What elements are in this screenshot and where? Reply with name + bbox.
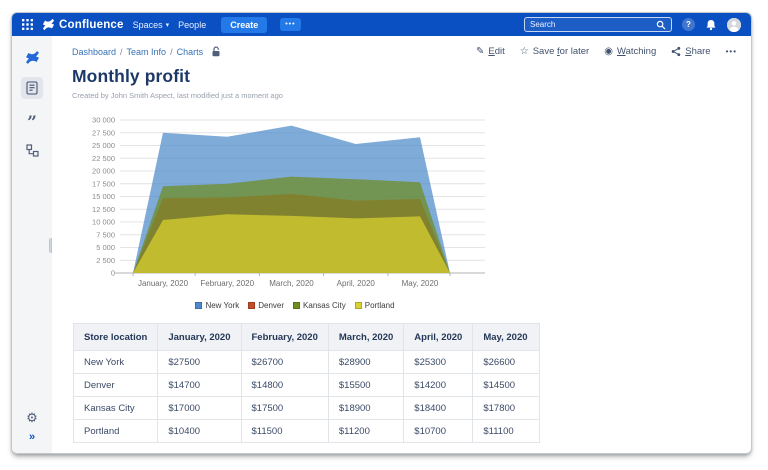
app-switcher-icon[interactable] [22,19,33,30]
breadcrumb: Dashboard / Team Info / Charts [72,46,221,57]
page-title: Monthly profit [72,66,191,86]
profit-table: Store location January, 2020 February, 2… [72,323,541,443]
legend-swatch [293,302,301,309]
tree-icon [25,143,39,157]
legend-swatch [195,302,203,309]
legend-label: Portland [364,301,395,310]
page-content: Dashboard / Team Info / Charts ✎ Edit ☆ … [52,36,751,453]
y-axis-label: 30 000 [92,116,115,125]
space-sidebar: ” ⚙ » [12,36,55,453]
help-icon[interactable]: ? [682,18,695,31]
legend-label: Kansas City [303,301,346,310]
legend-label: Denver [258,301,285,310]
share-button[interactable]: Share [671,46,711,57]
y-axis-label: 27 500 [92,128,115,137]
sidebar-item-pages[interactable] [21,77,43,99]
search-input[interactable] [530,20,656,29]
confluence-mark-icon [42,18,55,31]
y-axis-label: 5 000 [96,243,115,252]
legend-item: New York [195,301,239,310]
monthly-profit-chart: 0 2 500 5 000 7 500 10 000 12 500 15 000 17 500… [75,108,515,310]
nav-people[interactable]: People [178,20,206,30]
notifications-icon[interactable] [705,19,717,31]
legend-swatch [354,302,362,309]
table-header-row: Store location January, 2020 February, 2… [72,323,541,351]
y-axis-label: 2 500 [96,256,115,265]
y-axis-label: 0 [111,269,115,278]
y-axis-label: 25 000 [92,141,115,150]
top-nav: Confluence Spaces ▾ People Create ••• Se… [12,13,751,36]
col-may: May, 2020 [472,323,541,351]
sidebar-item-space-tree[interactable] [21,139,43,161]
y-axis-label: 10 000 [92,218,115,227]
watching-button[interactable]: ◉ Watching [604,46,656,57]
y-axis-label: 7 500 [96,230,115,239]
table-row: New York $27500 $26700 $28900 $25300 $26… [72,350,541,374]
space-settings-icon[interactable]: ⚙ [26,411,38,424]
page-actions: ✎ Edit ☆ Save for later ◉ Watching Share… [476,46,737,57]
table-row: Portland $10400 $11500 $11200 $10700 $11… [72,419,541,443]
nav-more-button[interactable]: ••• [280,18,301,31]
legend-item: Denver [248,301,284,310]
x-axis-label: January, 2020 [138,279,189,288]
x-axis-label: May, 2020 [402,279,439,288]
area-series-portland [133,214,450,273]
area-chart-canvas: 0 2 500 5 000 7 500 10 000 12 500 15 000 17 500… [92,116,485,288]
col-april: April, 2020 [403,323,474,351]
confluence-window: Confluence Spaces ▾ People Create ••• Se… [11,12,752,454]
unrestricted-lock-icon[interactable] [211,46,221,57]
user-avatar[interactable] [727,17,741,32]
page-byline: Created by John Smith Aspect, last modif… [72,91,283,100]
legend-item: Kansas City [293,301,346,310]
search-icon [656,20,666,30]
table-row: Kansas City $17000 $17500 $18900 $18400 … [72,396,541,420]
y-axis-label: 20 000 [92,167,115,176]
legend-item: Portland [354,301,395,310]
space-logo-icon[interactable] [21,46,43,68]
edit-button[interactable]: ✎ Edit [476,46,505,57]
save-for-later-button[interactable]: ☆ Save for later [520,46,589,57]
col-store-location: Store location [72,323,159,351]
col-february: February, 2020 [240,323,329,351]
col-january: January, 2020 [157,323,242,351]
page-more-button[interactable]: ••• [726,47,737,56]
table-row: Denver $14700 $14800 $15500 $14200 $1450… [72,373,541,397]
chart-legend: New York Denver Kansas City Portland [75,301,515,310]
x-axis-label: April, 2020 [337,279,376,288]
y-axis-label: 15 000 [92,192,115,201]
expand-sidebar-icon[interactable]: » [29,432,35,443]
y-axis-label: 22 500 [92,154,115,163]
breadcrumb-charts[interactable]: Charts [177,47,204,57]
sidebar-item-blog[interactable]: ” [21,108,43,133]
legend-label: New York [205,301,240,310]
y-axis-label: 12 500 [92,205,115,214]
legend-swatch [248,302,256,309]
confluence-logo[interactable]: Confluence [42,18,124,31]
breadcrumb-dashboard[interactable]: Dashboard [72,47,116,57]
eye-icon: ◉ [604,45,613,57]
search-box[interactable] [524,17,672,32]
x-axis-label: March, 2020 [269,279,314,288]
chevron-down-icon: ▾ [165,21,170,29]
nav-spaces[interactable]: Spaces ▾ [133,20,170,30]
create-button[interactable]: Create [221,16,268,33]
quote-icon: ” [27,113,37,133]
x-axis-label: February, 2020 [200,279,254,288]
col-march: March, 2020 [327,323,405,351]
star-icon: ☆ [519,45,529,57]
y-axis-label: 17 500 [92,179,115,188]
pencil-icon: ✎ [475,45,485,57]
breadcrumb-team-info[interactable]: Team Info [127,47,167,57]
product-name: Confluence [59,18,124,31]
share-icon [671,46,681,57]
page-icon [26,81,38,95]
